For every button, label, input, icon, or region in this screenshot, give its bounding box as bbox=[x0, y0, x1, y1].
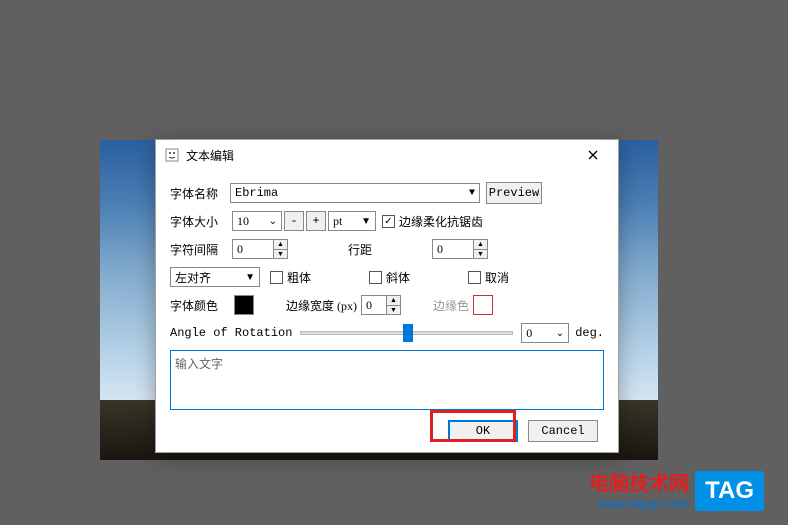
preview-button[interactable]: Preview bbox=[486, 182, 542, 204]
spinner-up-icon[interactable]: ▲ bbox=[474, 240, 487, 250]
angle-slider[interactable] bbox=[300, 331, 513, 335]
decrease-size-button[interactable]: - bbox=[284, 211, 304, 231]
dialog-body: 字体名称 Ebrima ▼ Preview 字体大小 10 ⌄ - + pt ▼… bbox=[156, 170, 618, 452]
strike-checkbox[interactable] bbox=[468, 271, 481, 284]
font-size-value: 10 bbox=[237, 214, 249, 229]
angle-dropdown[interactable]: 0 ⌄ bbox=[521, 323, 569, 343]
app-icon bbox=[164, 147, 180, 163]
border-color-swatch[interactable] bbox=[473, 295, 493, 315]
chevron-down-icon: ⌄ bbox=[556, 328, 564, 339]
italic-checkbox[interactable] bbox=[369, 271, 382, 284]
italic-label: 斜体 bbox=[386, 269, 410, 286]
spinner-up-icon[interactable]: ▲ bbox=[274, 240, 287, 250]
dialog-title: 文本编辑 bbox=[186, 147, 234, 164]
text-edit-dialog: 文本编辑 字体名称 Ebrima ▼ Preview 字体大小 10 ⌄ - + bbox=[155, 139, 619, 453]
char-spacing-spinner[interactable]: 0 ▲▼ bbox=[232, 239, 288, 259]
unit-value: pt bbox=[333, 214, 342, 229]
font-size-dropdown[interactable]: 10 ⌄ bbox=[232, 211, 282, 231]
watermark-tag: TAG bbox=[695, 471, 764, 511]
font-name-value: Ebrima bbox=[235, 186, 278, 200]
border-color-label: 边缘色 bbox=[433, 297, 469, 314]
watermark-cn: 电脑技术网 bbox=[589, 467, 689, 496]
cancel-button[interactable]: Cancel bbox=[528, 420, 598, 442]
spinner-down-icon[interactable]: ▼ bbox=[474, 250, 487, 259]
close-button[interactable] bbox=[576, 143, 610, 167]
spinner-down-icon[interactable]: ▼ bbox=[274, 250, 287, 259]
border-width-label: 边缘宽度 (px) bbox=[286, 297, 357, 314]
font-color-swatch[interactable] bbox=[234, 295, 254, 315]
border-width-value: 0 bbox=[362, 296, 386, 314]
watermark-url: www.tagxp.com bbox=[589, 496, 689, 511]
border-width-spinner[interactable]: 0 ▲▼ bbox=[361, 295, 401, 315]
titlebar: 文本编辑 bbox=[156, 140, 618, 170]
angle-label: Angle of Rotation bbox=[170, 326, 292, 340]
bold-label: 粗体 bbox=[287, 269, 311, 286]
line-spacing-spinner[interactable]: 0 ▲▼ bbox=[432, 239, 488, 259]
antialias-label: 边缘柔化抗锯齿 bbox=[399, 213, 483, 230]
text-placeholder: 输入文字 bbox=[175, 357, 223, 371]
font-name-dropdown[interactable]: Ebrima ▼ bbox=[230, 183, 480, 203]
bold-checkbox[interactable] bbox=[270, 271, 283, 284]
antialias-checkbox[interactable]: ✓ bbox=[382, 215, 395, 228]
line-spacing-value: 0 bbox=[433, 240, 473, 258]
alignment-value: 左对齐 bbox=[175, 269, 211, 286]
chevron-down-icon: ▼ bbox=[361, 216, 371, 227]
spinner-up-icon[interactable]: ▲ bbox=[387, 296, 400, 306]
font-size-label: 字体大小 bbox=[170, 213, 230, 230]
chevron-down-icon: ⌄ bbox=[269, 216, 277, 227]
slider-thumb[interactable] bbox=[403, 324, 413, 342]
text-input[interactable]: 输入文字 bbox=[170, 350, 604, 410]
unit-dropdown[interactable]: pt ▼ bbox=[328, 211, 376, 231]
ok-button[interactable]: OK bbox=[448, 420, 518, 442]
watermark: 电脑技术网 www.tagxp.com TAG bbox=[589, 467, 764, 511]
chevron-down-icon: ▼ bbox=[469, 188, 475, 199]
increase-size-button[interactable]: + bbox=[306, 211, 326, 231]
chevron-down-icon: ▼ bbox=[245, 272, 255, 283]
close-icon bbox=[588, 150, 598, 160]
strike-label: 取消 bbox=[485, 269, 509, 286]
alignment-dropdown[interactable]: 左对齐 ▼ bbox=[170, 267, 260, 287]
spinner-down-icon[interactable]: ▼ bbox=[387, 306, 400, 315]
char-spacing-value: 0 bbox=[233, 240, 273, 258]
font-color-label: 字体颜色 bbox=[170, 297, 230, 314]
angle-value: 0 bbox=[526, 326, 532, 341]
line-spacing-label: 行距 bbox=[348, 241, 372, 258]
deg-label: deg. bbox=[575, 326, 604, 340]
char-spacing-label: 字符间隔 bbox=[170, 241, 230, 258]
font-name-label: 字体名称 bbox=[170, 185, 230, 202]
